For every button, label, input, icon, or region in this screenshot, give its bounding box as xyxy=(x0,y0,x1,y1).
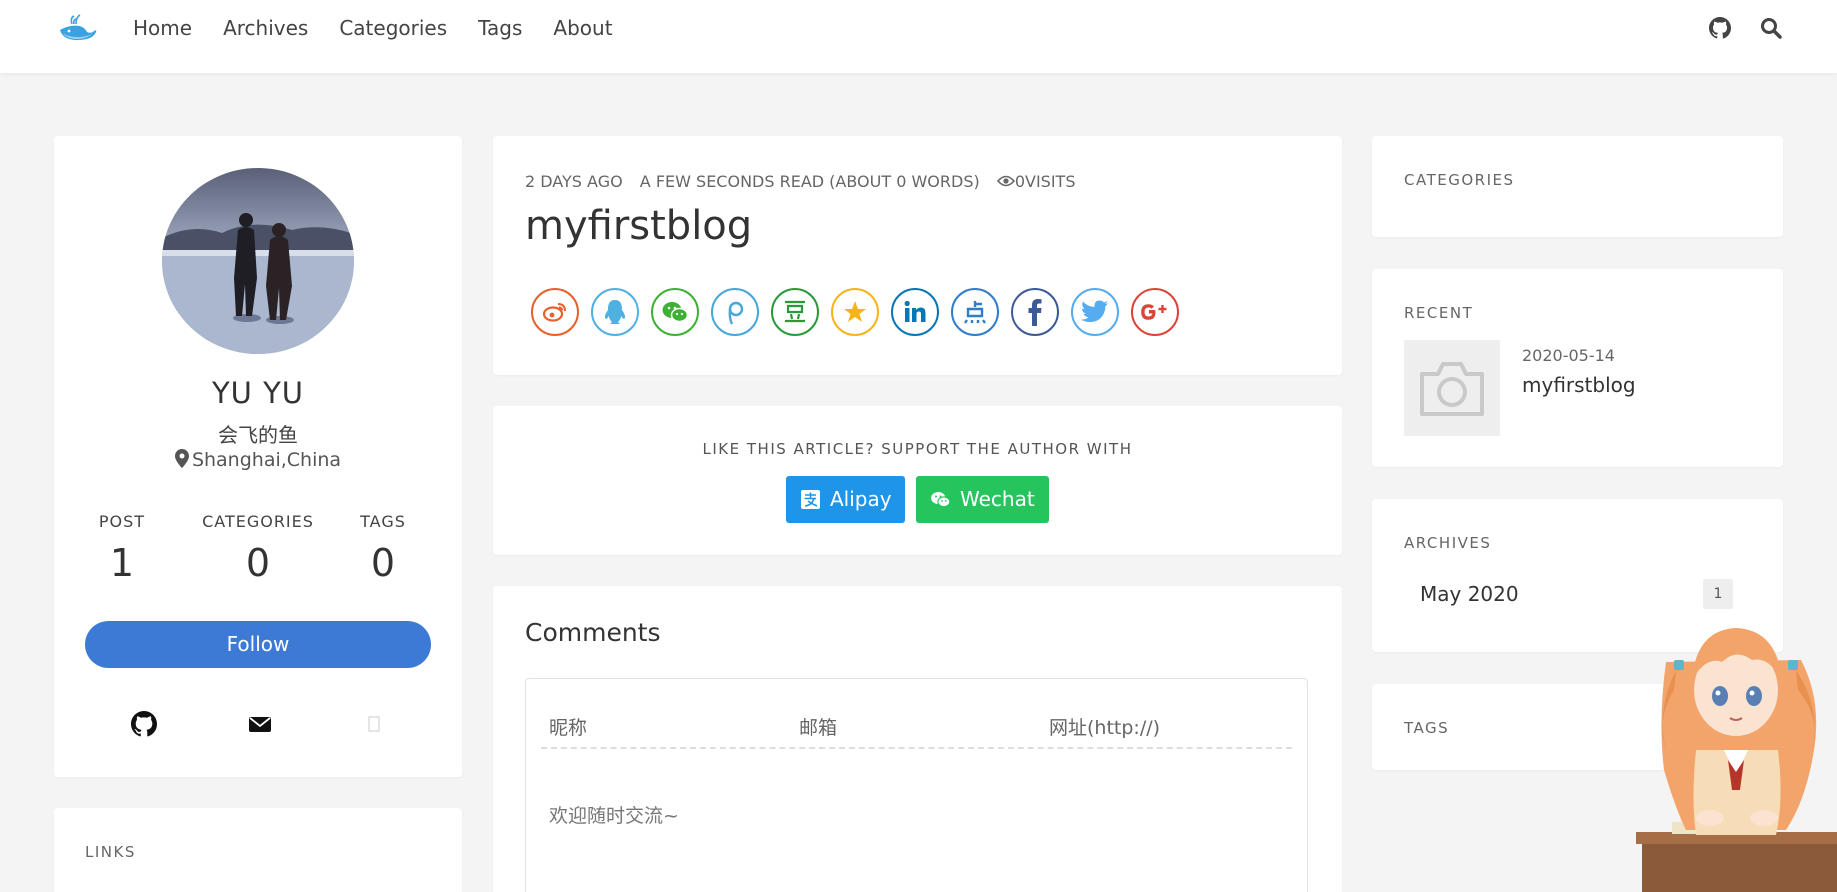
post-title: myfirstblog xyxy=(525,203,753,249)
google-plus-icon xyxy=(1141,304,1167,320)
categories-label: CATEGORIES xyxy=(1404,171,1515,189)
alipay-icon xyxy=(801,490,820,509)
nav-tags[interactable]: Tags xyxy=(478,16,522,40)
recent-post-title[interactable]: myfirstblog xyxy=(1522,373,1636,397)
share-tencent-weibo-button[interactable] xyxy=(711,288,759,336)
share-facebook-button[interactable] xyxy=(1011,288,1059,336)
stat-tags[interactable]: TAGS 0 xyxy=(313,512,453,585)
eye-icon xyxy=(996,175,1015,187)
nav-categories[interactable]: Categories xyxy=(339,16,447,40)
comments-card: Comments 昵称 邮箱 网址(http://) 欢迎随时交流~ xyxy=(493,586,1342,892)
qq-penguin-icon xyxy=(604,300,626,324)
website-input[interactable]: 网址(http://) xyxy=(1049,713,1160,740)
stat-posts[interactable]: POST 1 xyxy=(52,512,192,585)
stat-value: 0 xyxy=(245,541,271,585)
post-card: 2 DAYS AGO A FEW SECONDS READ (ABOUT 0 W… xyxy=(493,136,1342,375)
main-nav: Home Archives Categories Tags About xyxy=(133,16,644,40)
links-card: LINKS xyxy=(54,808,462,892)
recent-post-date: 2020-05-14 xyxy=(1522,346,1615,365)
share-google-plus-button[interactable] xyxy=(1131,288,1179,336)
post-meta: 2 DAYS AGO A FEW SECONDS READ (ABOUT 0 W… xyxy=(525,172,1087,191)
profile-location: Shanghai,China xyxy=(54,449,462,471)
share-twitter-button[interactable] xyxy=(1071,288,1119,336)
form-divider xyxy=(541,747,1292,749)
diandian-icon xyxy=(964,301,986,324)
twitter-bird-icon xyxy=(1081,300,1108,322)
support-label: LIKE THIS ARTICLE? SUPPORT THE AUTHOR WI… xyxy=(702,440,1133,458)
profile-name: YU YU xyxy=(211,376,305,410)
alipay-label: Alipay xyxy=(830,487,892,511)
qzone-star-icon xyxy=(844,301,866,322)
share-weibo-button[interactable] xyxy=(531,288,579,336)
profile-location-text: Shanghai,China xyxy=(191,449,342,471)
tencent-weibo-icon xyxy=(728,301,744,325)
live2d-mascot[interactable] xyxy=(1636,600,1837,892)
stat-label: CATEGORIES xyxy=(202,512,314,531)
post-visits: 0VISITS xyxy=(1014,172,1076,191)
post-read-time: A FEW SECONDS READ (ABOUT 0 WORDS) xyxy=(639,172,980,191)
share-qq-button[interactable] xyxy=(591,288,639,336)
stat-label: POST xyxy=(98,512,146,531)
recent-card: RECENT 2020-05-14 myfirstblog xyxy=(1372,269,1783,467)
weibo-icon xyxy=(542,303,566,322)
linkedin-icon xyxy=(904,300,926,322)
comments-title: Comments xyxy=(525,618,661,647)
avatar-photo xyxy=(162,168,354,354)
share-qzone-button[interactable] xyxy=(831,288,879,336)
alipay-button[interactable]: Alipay xyxy=(786,476,905,523)
wechat-pay-button[interactable]: Wechat xyxy=(916,476,1049,523)
wechat-icon xyxy=(931,492,951,508)
share-linkedin-button[interactable] xyxy=(891,288,939,336)
search-icon[interactable] xyxy=(1760,17,1782,39)
douban-icon xyxy=(785,300,805,323)
share-douban-button[interactable] xyxy=(771,288,819,336)
nickname-input[interactable]: 昵称 xyxy=(549,713,587,740)
wechat-icon xyxy=(662,302,689,323)
stat-value: 0 xyxy=(370,541,396,585)
whale-logo-icon[interactable] xyxy=(57,10,99,44)
map-marker-icon xyxy=(174,449,189,468)
categories-card: CATEGORIES xyxy=(1372,136,1783,237)
missing-icon[interactable] xyxy=(361,711,387,737)
mail-icon[interactable] xyxy=(247,711,273,737)
email-input[interactable]: 邮箱 xyxy=(799,713,837,740)
links-label: LINKS xyxy=(85,843,136,861)
nav-home[interactable]: Home xyxy=(133,16,192,40)
nav-archives[interactable]: Archives xyxy=(223,16,308,40)
comment-form: 昵称 邮箱 网址(http://) 欢迎随时交流~ xyxy=(525,678,1308,892)
github-icon[interactable] xyxy=(1709,17,1731,39)
stat-label: TAGS xyxy=(360,512,406,531)
profile-subtitle: 会飞的鱼 xyxy=(218,423,298,447)
stat-categories[interactable]: CATEGORIES 0 xyxy=(188,512,328,585)
avatar xyxy=(162,168,354,354)
tags-label: TAGS xyxy=(1404,719,1450,737)
facebook-icon xyxy=(1028,299,1042,326)
top-navbar: Home Archives Categories Tags About xyxy=(0,0,1837,73)
post-date: 2 DAYS AGO xyxy=(525,172,623,191)
share-diandian-button[interactable] xyxy=(951,288,999,336)
recent-label: RECENT xyxy=(1404,304,1474,322)
follow-button[interactable]: Follow xyxy=(85,621,431,668)
camera-icon xyxy=(1420,362,1484,416)
archive-month-link[interactable]: May 2020 xyxy=(1420,582,1519,606)
nav-about[interactable]: About xyxy=(553,16,612,40)
wechat-label: Wechat xyxy=(960,487,1035,511)
profile-card: YU YU 会飞的鱼 Shanghai,China POST 1 CATEGOR… xyxy=(54,136,462,777)
profile-stats: POST 1 CATEGORIES 0 TAGS 0 xyxy=(54,512,462,592)
archives-label: ARCHIVES xyxy=(1404,534,1492,552)
comment-textarea[interactable]: 欢迎随时交流~ xyxy=(549,801,679,828)
support-card: LIKE THIS ARTICLE? SUPPORT THE AUTHOR WI… xyxy=(493,406,1342,555)
share-wechat-button[interactable] xyxy=(651,288,699,336)
stat-value: 1 xyxy=(109,541,135,585)
recent-post-thumbnail[interactable] xyxy=(1404,340,1500,436)
github-icon[interactable] xyxy=(131,711,157,737)
